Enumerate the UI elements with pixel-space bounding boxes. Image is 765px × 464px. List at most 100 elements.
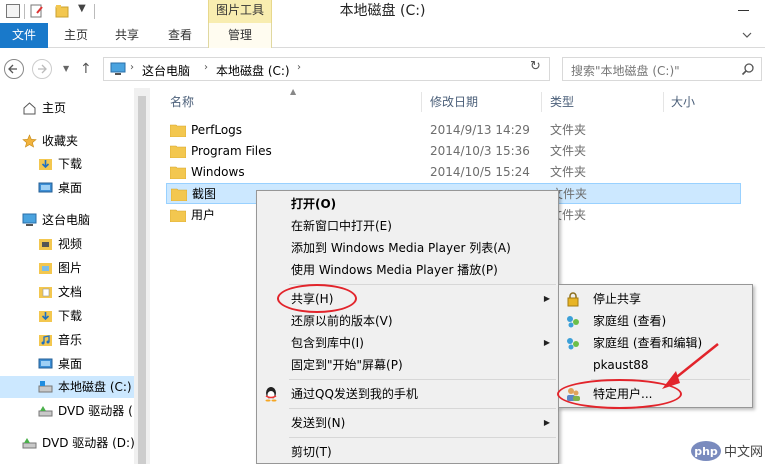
nav-label: 桌面: [58, 357, 83, 371]
nav-label: 桌面: [58, 181, 83, 195]
forward-button[interactable]: [32, 59, 52, 79]
recent-locations-icon[interactable]: ▼: [63, 64, 69, 73]
submenu-arrow-icon: ▶: [543, 294, 550, 303]
menu-item-add-to-wmp-list[interactable]: 添加到 Windows Media Player 列表(A): [257, 237, 558, 259]
nav-item-desktop-2[interactable]: 桌面: [38, 353, 134, 375]
menu-item-open[interactable]: 打开(O): [257, 193, 558, 215]
dvd-drive-icon: [22, 438, 37, 449]
menu-item-send-to[interactable]: 发送到(N) ▶: [257, 412, 558, 434]
nav-item-dvd-drive[interactable]: DVD 驱动器 (: [38, 400, 134, 422]
menu-item-homegroup-view[interactable]: 家庭组 (查看): [559, 310, 752, 332]
title-bar: ▼ 图片工具 本地磁盘 (C:): [0, 0, 765, 23]
menu-item-pin-to-start[interactable]: 固定到"开始"屏幕(P): [257, 354, 558, 376]
nav-item-home[interactable]: 主页: [22, 97, 134, 119]
menu-label: 还原以前的版本(V): [291, 314, 393, 328]
navigation-pane: 主页 收藏夹 下载 桌面 这台电脑 视频 图片 文档 下载 音乐 桌面 本地磁盘…: [0, 88, 150, 464]
file-date: 2014/9/13 14:29: [430, 123, 530, 137]
address-bar[interactable]: › 这台电脑 › 本地磁盘 (C:) › ▼: [103, 57, 622, 81]
nav-label: DVD 驱动器 (D:): [42, 436, 134, 450]
menu-item-include-in-library[interactable]: 包含到库中(I) ▶: [257, 332, 558, 354]
nav-item-downloads[interactable]: 下载: [38, 153, 134, 175]
nav-item-desktop[interactable]: 桌面: [38, 177, 134, 199]
nav-item-pictures[interactable]: 图片: [38, 257, 134, 279]
tab-manage[interactable]: 管理: [208, 23, 272, 48]
nav-item-documents[interactable]: 文档: [38, 281, 134, 303]
submenu-arrow-icon: ▶: [543, 418, 550, 427]
nav-item-local-disk-c[interactable]: 本地磁盘 (C:): [0, 376, 134, 398]
menu-item-restore-previous[interactable]: 还原以前的版本(V): [257, 310, 558, 332]
folder-icon: [170, 124, 186, 137]
menu-item-homegroup-view-edit[interactable]: 家庭组 (查看和编辑): [559, 332, 752, 354]
context-menu: 打开(O) 在新窗口中打开(E) 添加到 Windows Media Playe…: [256, 190, 559, 464]
breadcrumb-separator-icon[interactable]: ›: [204, 62, 208, 73]
file-type: 文件夹: [550, 165, 587, 179]
column-divider[interactable]: [421, 92, 422, 112]
menu-item-open-new-window[interactable]: 在新窗口中打开(E): [257, 215, 558, 237]
nav-label: 图片: [58, 261, 83, 275]
nav-item-downloads-2[interactable]: 下载: [38, 305, 134, 327]
column-header-date[interactable]: 修改日期: [430, 90, 540, 114]
menu-label: 发送到(N): [291, 416, 346, 430]
watermark-logo-text: php: [694, 445, 718, 458]
refresh-icon[interactable]: ↻: [530, 59, 541, 74]
menu-label: 在新窗口中打开(E): [291, 219, 392, 233]
menu-item-play-with-wmp[interactable]: 使用 Windows Media Player 播放(P): [257, 259, 558, 281]
menu-label: 剪切(T): [291, 445, 332, 459]
search-placeholder: 搜索"本地磁盘 (C:)": [571, 64, 680, 78]
menu-separator: [289, 437, 556, 438]
window-icon[interactable]: [6, 4, 20, 18]
nav-label: 下载: [58, 157, 83, 171]
tab-file[interactable]: 文件: [0, 23, 48, 48]
tab-share[interactable]: 共享: [107, 23, 147, 48]
folder-icon: [171, 188, 187, 201]
nav-label: 这台电脑: [42, 213, 91, 227]
computer-icon: [110, 62, 126, 75]
breadcrumb-local-disk[interactable]: 本地磁盘 (C:): [216, 62, 290, 79]
file-type: 文件夹: [550, 144, 587, 158]
menu-item-user-pkaust88[interactable]: pkaust88: [559, 354, 752, 376]
lock-icon: [567, 292, 579, 307]
quick-access-dropdown-icon[interactable]: ▼: [78, 3, 86, 14]
up-arrow-icon[interactable]: ↑: [80, 61, 92, 77]
column-divider[interactable]: [663, 92, 664, 112]
search-input[interactable]: 搜索"本地磁盘 (C:)": [562, 57, 762, 81]
nav-item-music[interactable]: 音乐: [38, 329, 134, 351]
nav-item-this-pc[interactable]: 这台电脑: [22, 209, 134, 231]
file-name: 截图: [192, 187, 217, 201]
menu-item-cut[interactable]: 剪切(T): [257, 441, 558, 463]
nav-label: 文档: [58, 285, 83, 299]
minimize-button[interactable]: [738, 10, 749, 11]
column-divider[interactable]: [541, 92, 542, 112]
search-icon[interactable]: [741, 62, 755, 76]
nav-scrollbar-thumb[interactable]: [138, 96, 146, 464]
breadcrumb-separator-icon[interactable]: ›: [297, 62, 301, 73]
new-folder-icon[interactable]: [55, 4, 69, 18]
column-header-type[interactable]: 类型: [550, 90, 660, 114]
desktop-icon: [38, 358, 53, 369]
properties-icon[interactable]: [30, 4, 44, 18]
watermark-text: 中文网: [724, 445, 763, 460]
ribbon: 文件 主页 共享 查看 管理: [0, 23, 765, 48]
file-row[interactable]: Windows 2014/10/5 15:24 文件夹: [166, 162, 741, 183]
breadcrumb-this-pc[interactable]: 这台电脑: [142, 62, 190, 79]
download-folder-icon: [39, 159, 52, 170]
nav-item-favorites[interactable]: 收藏夹: [22, 130, 134, 152]
tab-view[interactable]: 查看: [160, 23, 200, 48]
menu-item-stop-sharing[interactable]: 停止共享: [559, 288, 752, 310]
expand-ribbon-icon[interactable]: [742, 30, 752, 40]
video-folder-icon: [39, 239, 52, 250]
column-header-size[interactable]: 大小: [671, 90, 731, 114]
breadcrumb-separator-icon[interactable]: ›: [130, 62, 134, 73]
file-row[interactable]: Program Files 2014/10/3 15:36 文件夹: [166, 141, 741, 162]
menu-item-send-via-qq[interactable]: 通过QQ发送到我的手机: [257, 383, 558, 405]
nav-item-videos[interactable]: 视频: [38, 233, 134, 255]
column-header-name[interactable]: 名称: [170, 90, 420, 114]
tab-home[interactable]: 主页: [56, 23, 96, 48]
file-row[interactable]: PerfLogs 2014/9/13 14:29 文件夹: [166, 120, 741, 141]
nav-label: 下载: [58, 309, 83, 323]
menu-label: 添加到 Windows Media Player 列表(A): [291, 241, 511, 255]
menu-label: 固定到"开始"屏幕(P): [291, 358, 403, 372]
desktop-icon: [38, 182, 53, 193]
nav-item-dvd-drive-d[interactable]: DVD 驱动器 (D:): [22, 432, 134, 454]
back-button[interactable]: [4, 59, 24, 79]
